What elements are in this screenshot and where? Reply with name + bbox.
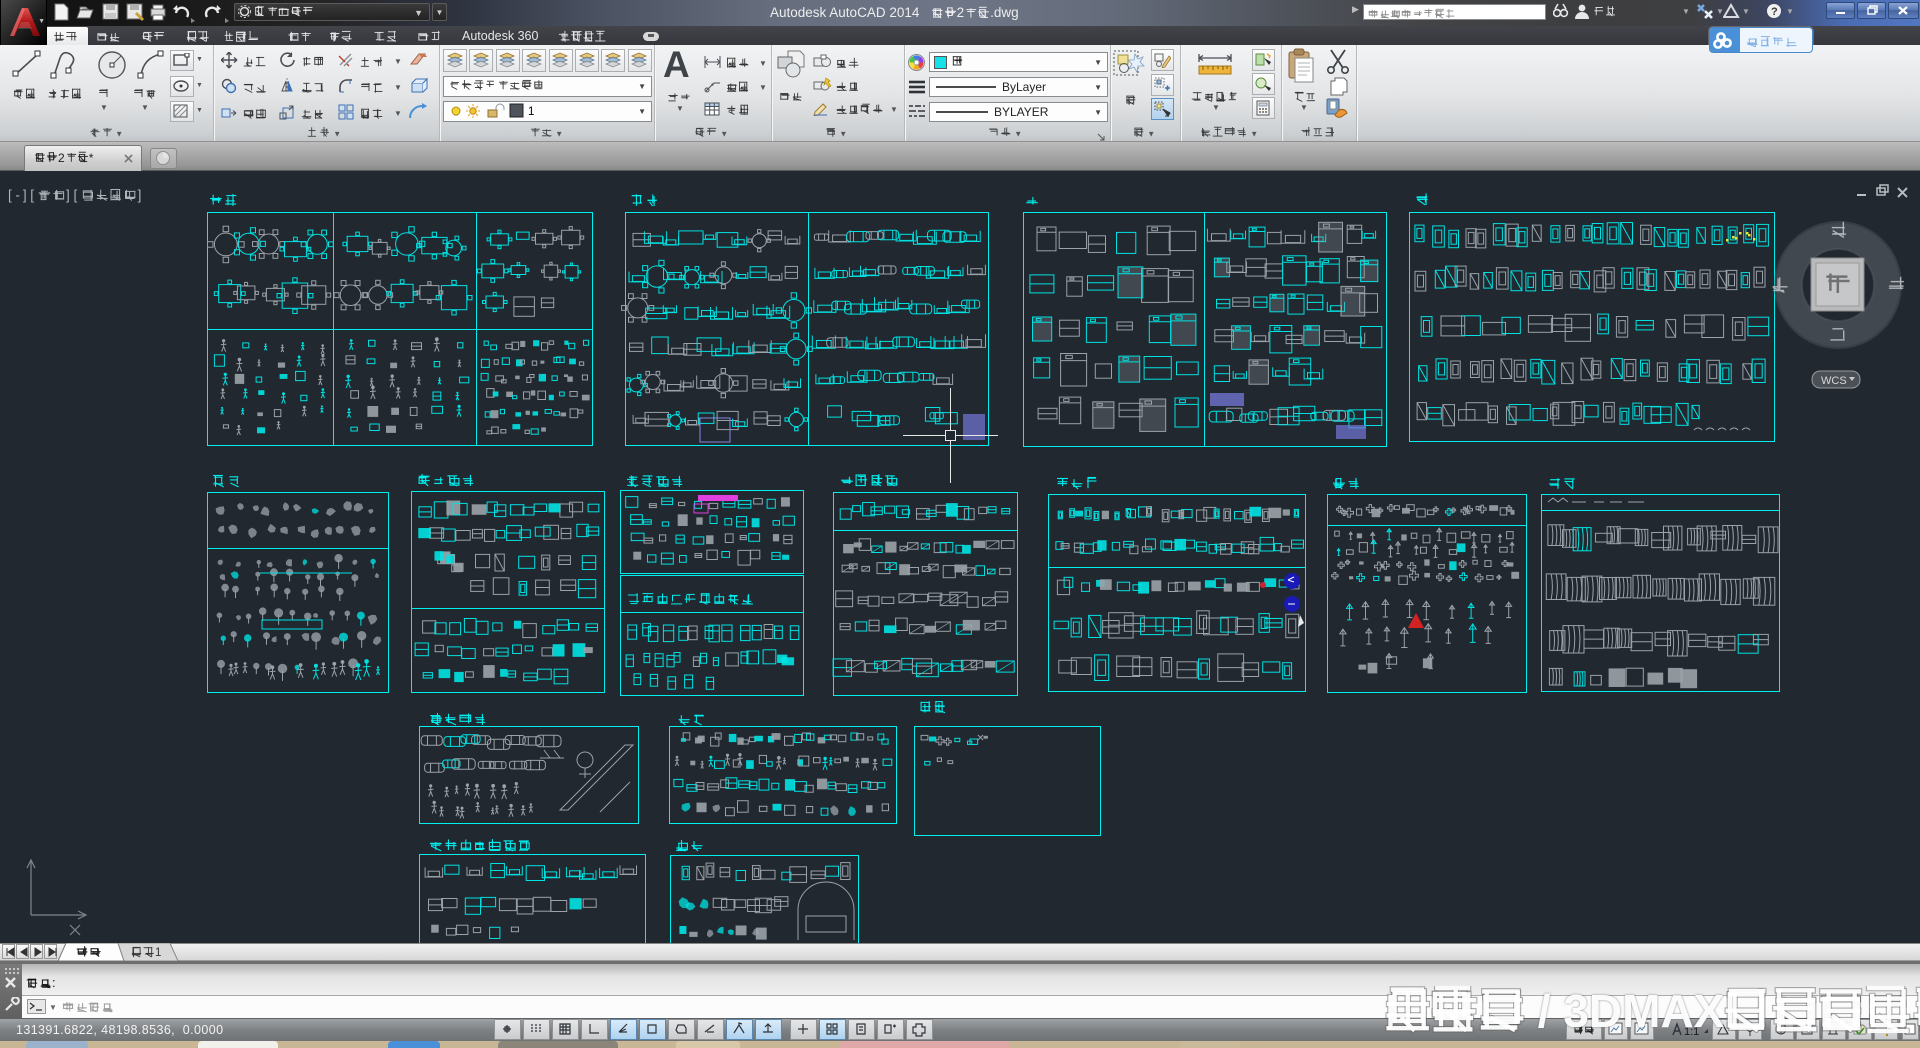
svg-text:[: [ (74, 188, 78, 203)
svg-text:-: - (15, 188, 20, 203)
svg-text:]: ] (23, 188, 27, 203)
svg-text:[: [ (30, 188, 34, 203)
svg-text:]: ] (66, 188, 70, 203)
svg-text:?: ? (1771, 6, 1778, 18)
svg-text:WCS: WCS (1821, 375, 1847, 387)
svg-text:1: 1 (155, 947, 161, 959)
svg-text:[: [ (8, 188, 12, 203)
svg-text:]: ] (138, 188, 142, 203)
